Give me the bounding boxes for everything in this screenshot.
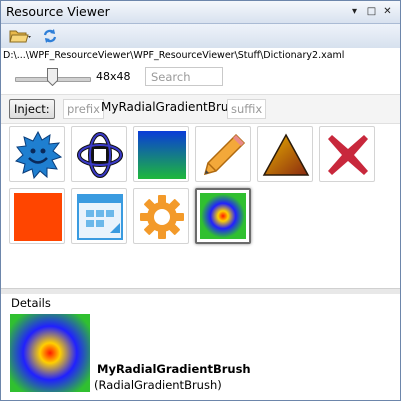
window-title: Resource Viewer (6, 4, 110, 19)
inject-row: Inject: prefix MyRadialGradientBrush suf… (1, 94, 400, 124)
folder-open-icon[interactable] (9, 28, 31, 47)
size-slider-thumb[interactable] (47, 68, 58, 87)
size-label: 48x48 (96, 70, 131, 83)
resource-tile[interactable] (71, 188, 127, 244)
resource-tile[interactable] (257, 126, 313, 182)
details-resource-type: (RadialGradientBrush) (94, 378, 222, 392)
radial-gradient-swatch (200, 193, 246, 239)
resource-name: MyRadialGradientBrush (101, 100, 243, 114)
linear-gradient-swatch (138, 131, 186, 179)
resource-tile[interactable] (133, 188, 189, 244)
window-icon (77, 194, 123, 240)
x-mark-icon (328, 135, 368, 175)
details-preview (10, 314, 90, 392)
resource-tile[interactable] (319, 126, 375, 182)
details-resource-name: MyRadialGradientBrush (97, 362, 251, 376)
details-label: Details (11, 296, 51, 310)
resource-grid (9, 126, 394, 286)
title-bar: Resource Viewer ▾ □ ✕ (1, 1, 400, 24)
resource-tile[interactable] (195, 126, 251, 182)
search-input[interactable]: Search (145, 67, 223, 86)
restore-button[interactable]: □ (365, 5, 378, 18)
pencil-icon (203, 133, 246, 176)
file-path: D:\...\WPF_ResourceViewer\WPF_ResourceVi… (3, 50, 345, 61)
splitter[interactable] (1, 288, 400, 294)
resource-viewer-window: Resource Viewer ▾ □ ✕ D:\...\WPF_Resourc… (0, 0, 401, 401)
resource-tile-selected[interactable] (195, 188, 251, 244)
suffix-field[interactable]: suffix (227, 99, 267, 119)
toolbar (1, 24, 400, 48)
inject-button[interactable]: Inject: (9, 99, 55, 119)
resource-tile[interactable] (9, 188, 65, 244)
triangle-icon (262, 133, 310, 176)
atom-icon (77, 132, 123, 178)
refresh-icon[interactable] (41, 27, 59, 48)
resource-tile[interactable] (133, 126, 189, 182)
gear-icon (140, 195, 184, 239)
dropdown-button[interactable]: ▾ (348, 5, 361, 18)
smiley-gear-icon (15, 131, 62, 179)
orange-square-swatch (14, 193, 62, 241)
prefix-field[interactable]: prefix (63, 99, 104, 119)
resource-tile[interactable] (9, 126, 65, 182)
close-button[interactable]: ✕ (381, 5, 394, 18)
resource-tile[interactable] (71, 126, 127, 182)
